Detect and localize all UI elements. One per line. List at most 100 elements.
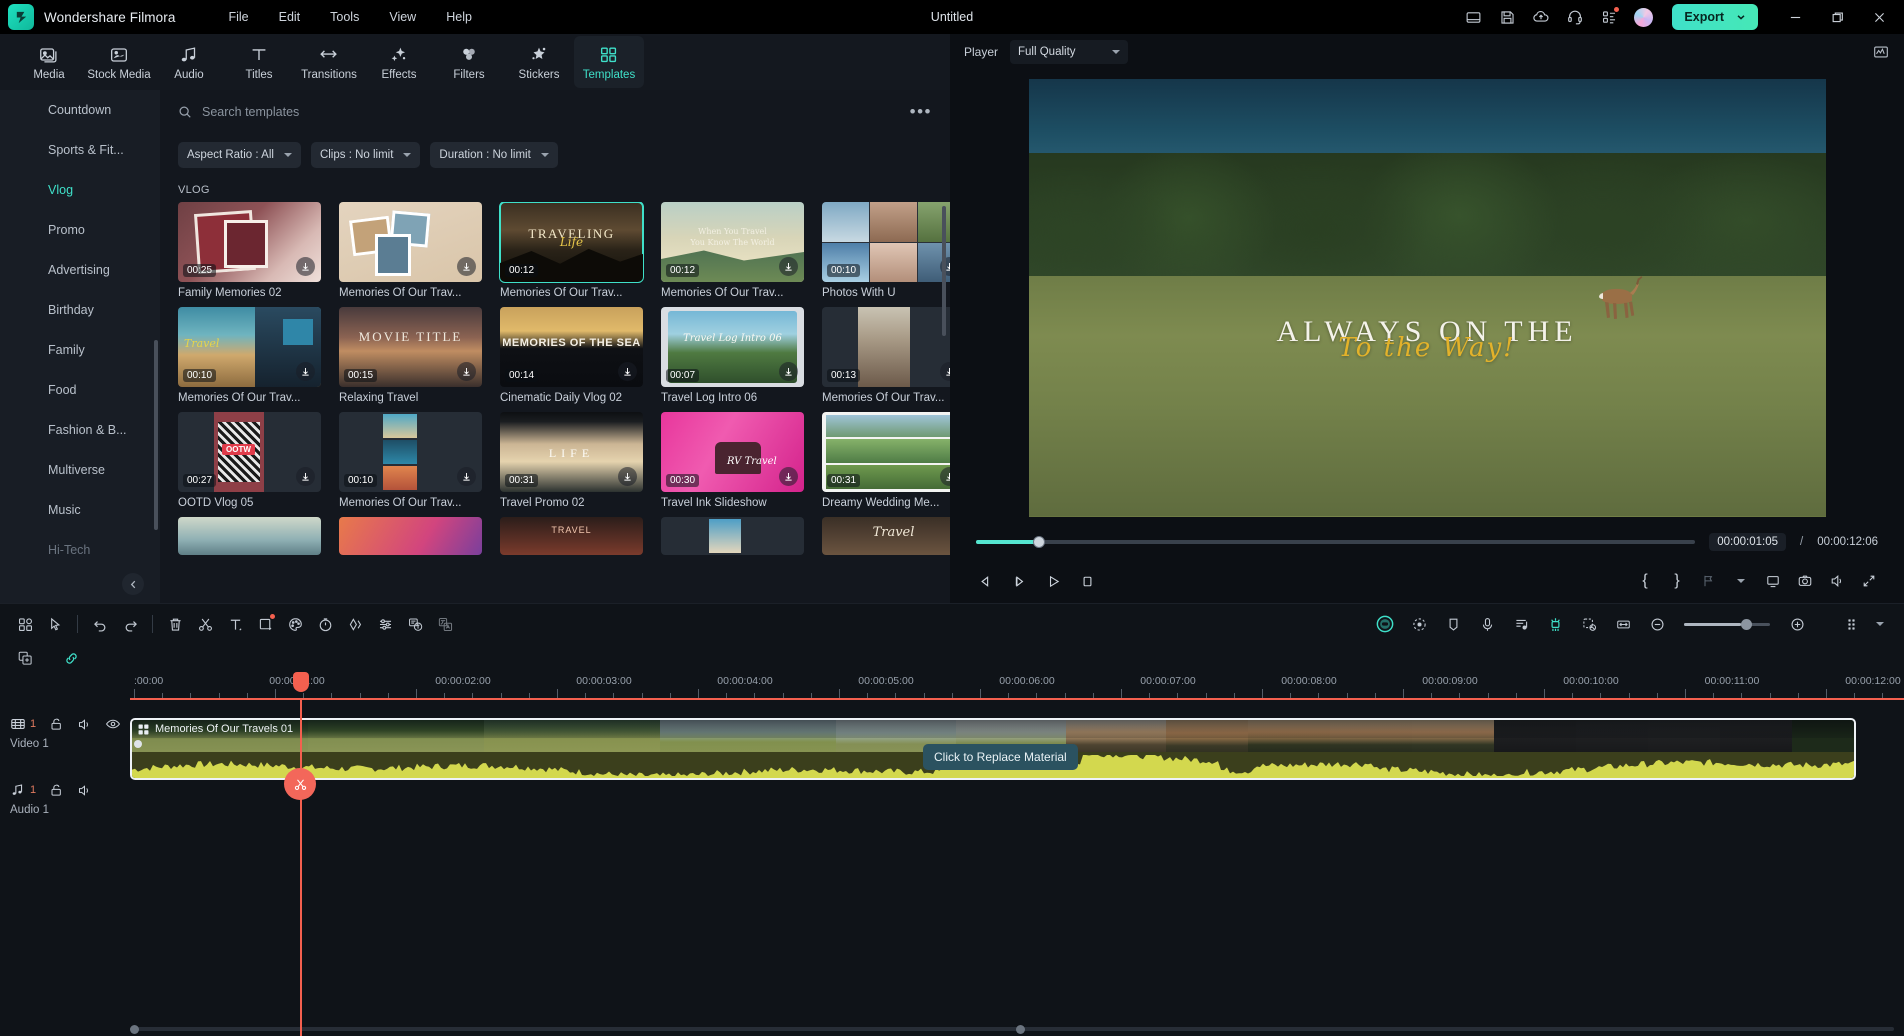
prev-frame-button[interactable] xyxy=(972,568,998,594)
timeline-canvas[interactable]: :00:00 00:00:01:00 00:00:02:00 00:00:03:… xyxy=(130,672,1904,1036)
mark-out-button[interactable]: } xyxy=(1664,568,1690,594)
delete-icon[interactable] xyxy=(160,610,190,638)
template-thumbnail[interactable] xyxy=(178,517,321,555)
category-sports-fitness[interactable]: Sports & Fit... xyxy=(0,130,160,170)
template-card[interactable]: 00:31 Dreamy Wedding Me... xyxy=(822,412,950,509)
template-card[interactable]: Travel xyxy=(822,517,950,555)
template-card[interactable]: MEMORIES OF THE SEA 00:14 Cinematic Dail… xyxy=(500,307,643,404)
template-thumbnail[interactable]: 00:10 xyxy=(822,202,950,282)
template-card-selected[interactable]: TRAVELING Life 00:12 Memories Of Our Tra… xyxy=(499,202,644,299)
speed-timer-icon[interactable] xyxy=(310,610,340,638)
audio-mixer-icon[interactable] xyxy=(370,610,400,638)
template-thumbnail[interactable]: MEMORIES OF THE SEA 00:14 xyxy=(500,307,643,387)
template-card[interactable] xyxy=(661,517,804,555)
auto-caption-icon[interactable] xyxy=(400,610,430,638)
split-at-playhead-button[interactable] xyxy=(284,768,316,800)
download-icon[interactable] xyxy=(940,362,950,381)
text-tool-icon[interactable] xyxy=(220,610,250,638)
audio-ducking-icon[interactable] xyxy=(1506,610,1536,638)
template-card[interactable]: 00:25 Family Memories 02 xyxy=(178,202,321,299)
category-music[interactable]: Music xyxy=(0,490,160,530)
tab-transitions[interactable]: Transitions xyxy=(294,36,364,88)
save-icon[interactable] xyxy=(1490,2,1524,32)
marker-icon[interactable] xyxy=(1438,610,1468,638)
crop-icon[interactable] xyxy=(250,610,280,638)
select-cursor-icon[interactable] xyxy=(40,610,70,638)
track-settings-dropdown[interactable] xyxy=(1872,610,1888,638)
filter-duration[interactable]: Duration : No limit xyxy=(430,142,558,168)
filter-clips[interactable]: Clips : No limit xyxy=(310,142,421,168)
template-thumbnail[interactable]: MOVIE TITLE 00:15 xyxy=(339,307,482,387)
download-icon[interactable] xyxy=(618,362,637,381)
template-thumbnail[interactable]: 00:25 xyxy=(178,202,321,282)
category-vlog[interactable]: Vlog xyxy=(0,170,160,210)
progress-knob[interactable] xyxy=(1032,536,1045,548)
green-screen-icon[interactable] xyxy=(1540,610,1570,638)
timeline-ruler[interactable]: :00:00 00:00:01:00 00:00:02:00 00:00:03:… xyxy=(130,672,1904,698)
menu-help[interactable]: Help xyxy=(431,6,487,28)
scrollbar-right-grip[interactable] xyxy=(1016,1025,1025,1034)
template-thumbnail[interactable] xyxy=(339,517,482,555)
filter-aspect-ratio[interactable]: Aspect Ratio : All xyxy=(178,142,301,168)
download-icon[interactable] xyxy=(457,257,476,276)
template-thumbnail[interactable]: 00:10 xyxy=(339,412,482,492)
track-mute-icon[interactable] xyxy=(77,783,92,798)
template-card[interactable]: OOTW 00:27 OOTD Vlog 05 xyxy=(178,412,321,509)
track-visibility-icon[interactable] xyxy=(105,716,121,732)
menu-file[interactable]: File xyxy=(213,6,263,28)
support-headset-icon[interactable] xyxy=(1558,2,1592,32)
template-thumbnail[interactable]: When You Travel You Know The World 00:12 xyxy=(661,202,804,282)
mark-in-button[interactable]: { xyxy=(1632,568,1658,594)
undo-icon[interactable] xyxy=(85,610,115,638)
fit-timeline-icon[interactable] xyxy=(1608,610,1638,638)
zoom-knob[interactable] xyxy=(1740,618,1752,630)
template-thumbnail[interactable]: 00:31 xyxy=(822,412,950,492)
export-button[interactable]: Export xyxy=(1672,4,1758,30)
category-countdown[interactable]: Countdown xyxy=(0,90,160,130)
track-mute-icon[interactable] xyxy=(77,717,92,732)
tab-effects[interactable]: Effects xyxy=(364,36,434,88)
template-thumbnail[interactable]: TRAVEL xyxy=(500,517,643,555)
tab-media[interactable]: Media xyxy=(14,36,84,88)
record-voiceover-icon[interactable] xyxy=(1472,610,1502,638)
download-icon[interactable] xyxy=(779,467,798,486)
volume-button[interactable] xyxy=(1824,568,1850,594)
template-thumbnail[interactable]: TRAVELING Life 00:12 xyxy=(499,202,644,283)
maximize-button[interactable] xyxy=(1816,0,1858,34)
timeline-horizontal-scrollbar[interactable] xyxy=(130,1025,1894,1034)
apps-grid-icon[interactable] xyxy=(1592,2,1626,32)
split-screen-button[interactable] xyxy=(1760,568,1786,594)
tab-titles[interactable]: Titles xyxy=(224,36,294,88)
motion-tracking-icon[interactable] xyxy=(1404,610,1434,638)
tab-filters[interactable]: Filters xyxy=(434,36,504,88)
template-grid-scrollbar[interactable] xyxy=(942,206,946,336)
playhead[interactable] xyxy=(284,672,316,1036)
redo-icon[interactable] xyxy=(115,610,145,638)
add-track-icon[interactable] xyxy=(10,644,40,672)
template-thumbnail[interactable]: Travel 00:10 xyxy=(178,307,321,387)
background-remove-icon[interactable] xyxy=(1574,610,1604,638)
playback-progress-slider[interactable] xyxy=(976,536,1696,548)
category-advertising[interactable]: Advertising xyxy=(0,250,160,290)
template-card[interactable] xyxy=(339,517,482,555)
split-scissors-icon[interactable] xyxy=(190,610,220,638)
template-card[interactable]: Memories Of Our Trav... xyxy=(339,202,482,299)
snapshot-button[interactable] xyxy=(1792,568,1818,594)
template-card[interactable]: 00:10 Memories Of Our Trav... xyxy=(339,412,482,509)
tab-templates[interactable]: Templates xyxy=(574,36,644,88)
zoom-in-icon[interactable] xyxy=(1782,610,1812,638)
export-frame-dropdown[interactable] xyxy=(1728,568,1754,594)
menu-tools[interactable]: Tools xyxy=(315,6,374,28)
tab-stock-media[interactable]: Stock Media xyxy=(84,36,154,88)
fullscreen-button[interactable] xyxy=(1856,568,1882,594)
template-thumbnail[interactable]: LIFE 00:31 xyxy=(500,412,643,492)
template-thumbnail[interactable] xyxy=(661,517,804,555)
category-multiverse[interactable]: Multiverse xyxy=(0,450,160,490)
template-card[interactable]: RV Travel 00:30 Travel Ink Slideshow xyxy=(661,412,804,509)
zoom-out-icon[interactable] xyxy=(1642,610,1672,638)
video-preview[interactable]: ALWAYS ON THE To the Way! xyxy=(1028,78,1826,517)
template-card[interactable]: Travel Log Intro 06 00:07 Travel Log Int… xyxy=(661,307,804,404)
download-icon[interactable] xyxy=(296,467,315,486)
template-card[interactable]: 00:10 Photos With U xyxy=(822,202,950,299)
category-scrollbar[interactable] xyxy=(154,340,158,530)
